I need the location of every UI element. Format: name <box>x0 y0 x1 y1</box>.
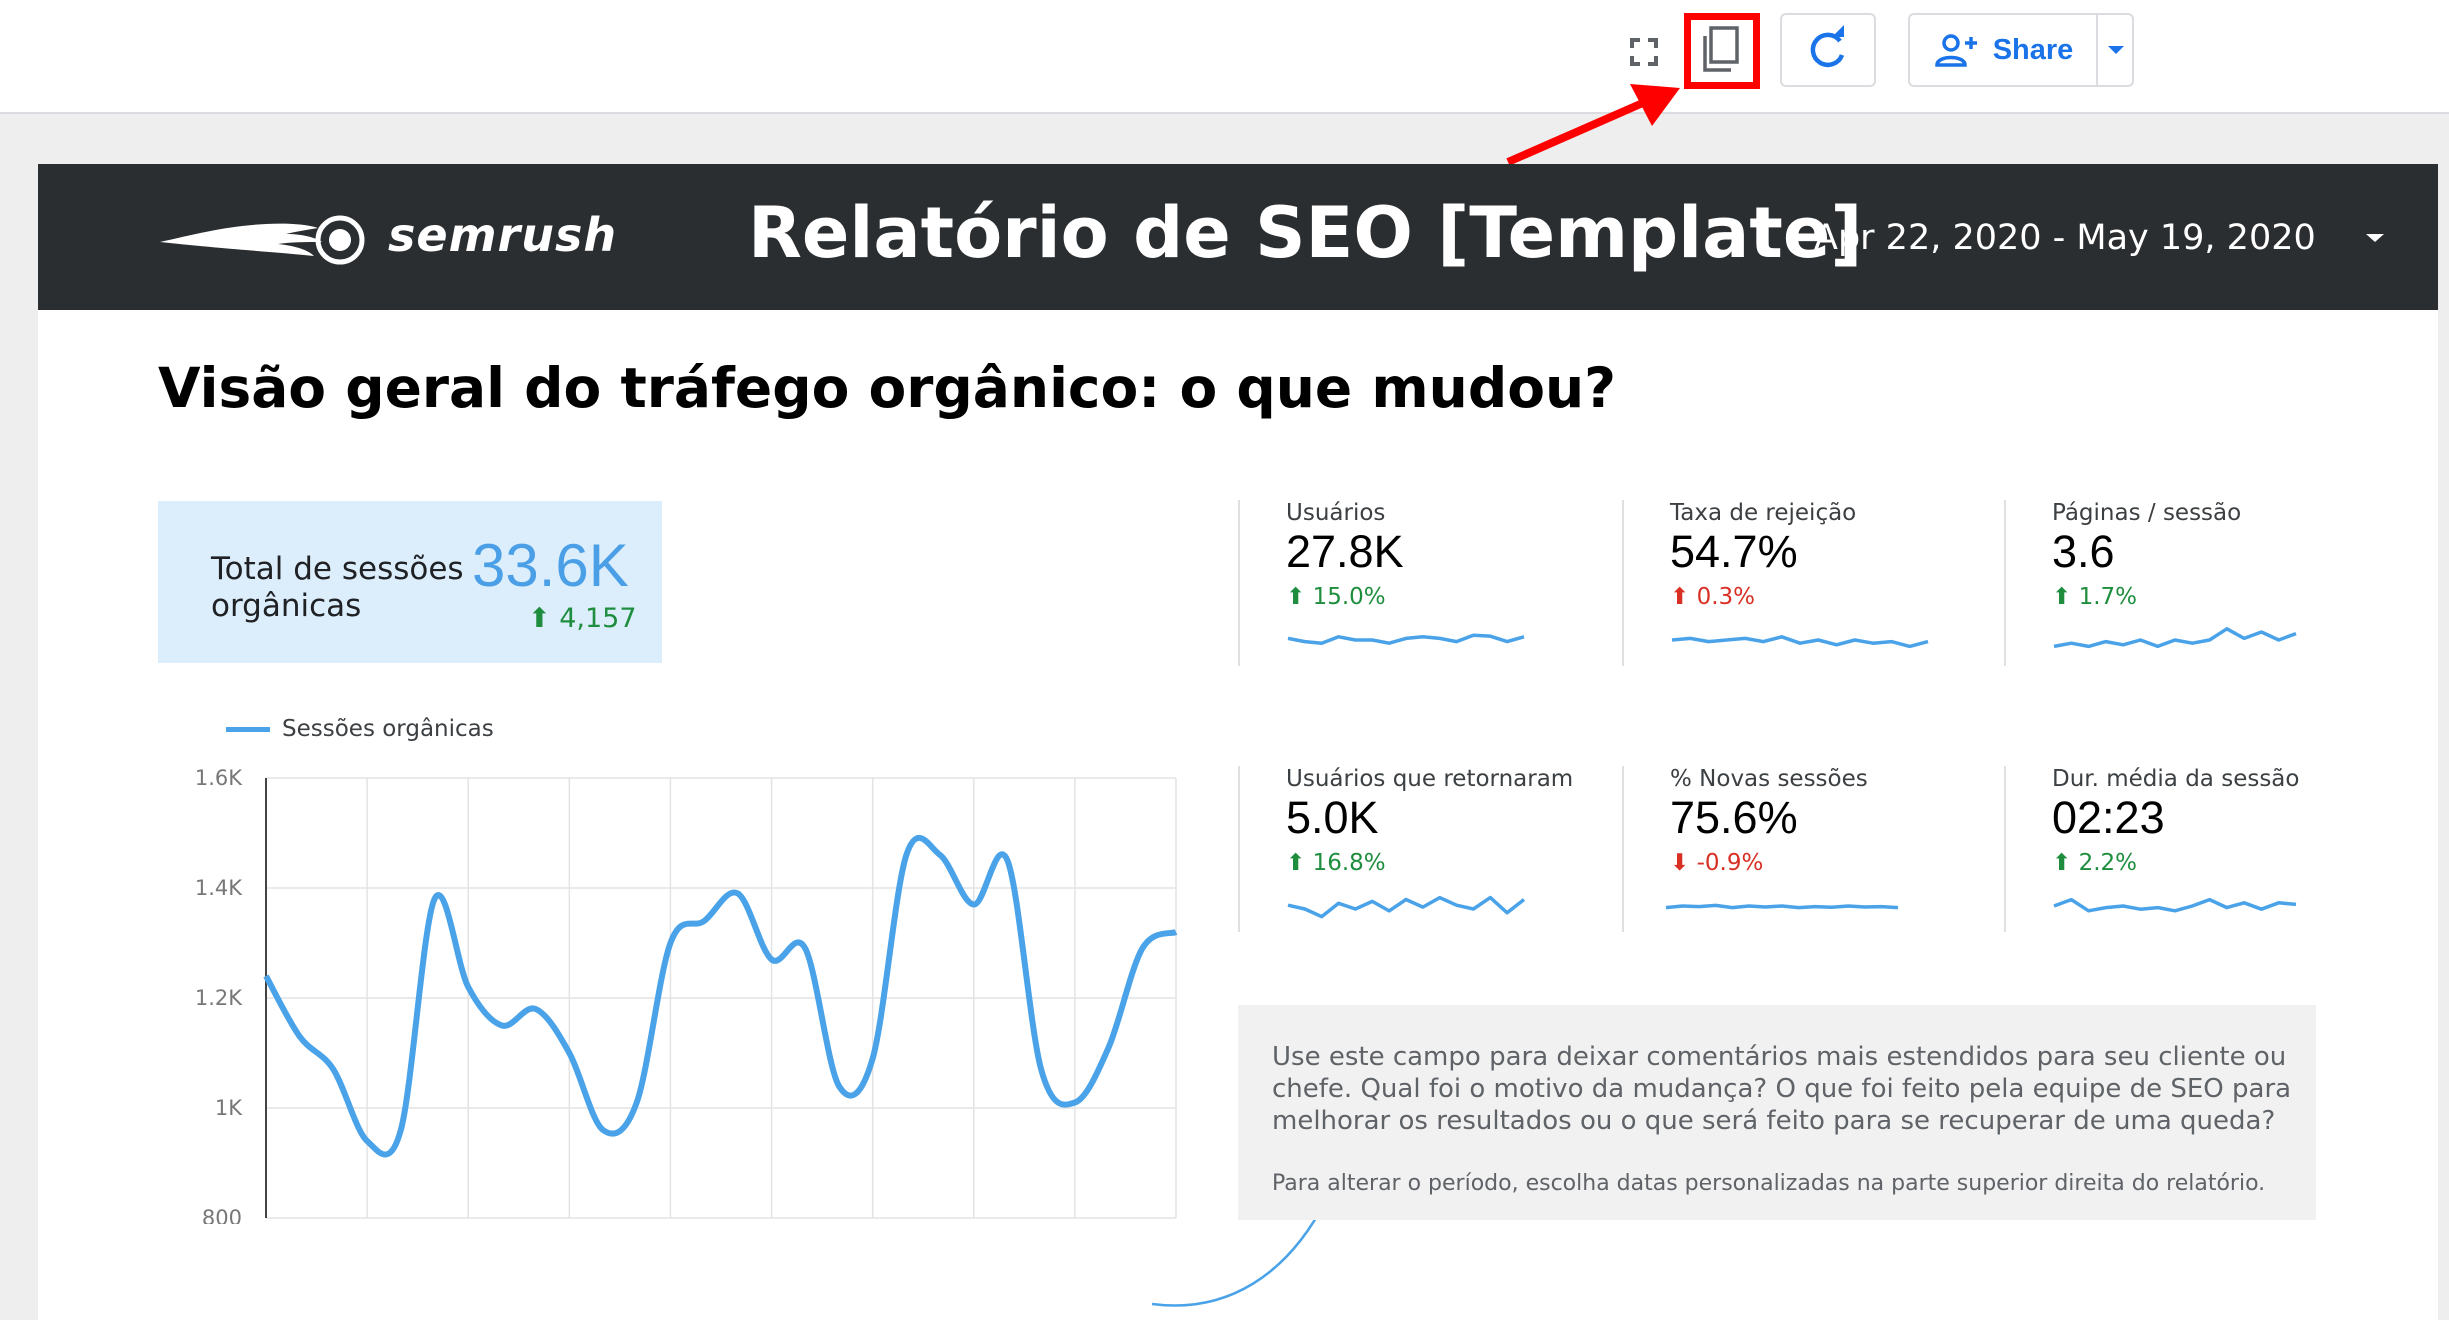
scorecard-delta: ⬆ 4,157 <box>528 603 637 634</box>
share-label: Share <box>1992 33 2074 66</box>
y-tick-label: 1.4K <box>195 876 243 900</box>
kpi-delta-value: 0.3% <box>1696 584 1756 610</box>
date-range-picker[interactable]: Apr 22, 2020 - May 19, 2020 <box>1814 218 2316 258</box>
kpi-value: 75.6% <box>1670 792 1798 843</box>
sparkline-path <box>2053 897 2297 913</box>
kpi-pages-per-session: Páginas / sessão 3.6 ⬆ 1.7% <box>2004 500 2344 670</box>
kpi-label: Dur. média da sessão <box>2052 766 2300 792</box>
chart-legend: Sessões orgânicas <box>226 716 494 742</box>
comment-main-text: Use este campo para deixar comentários m… <box>1272 1042 2292 1136</box>
brand-name: semrush <box>388 208 618 262</box>
arrow-up-icon: ⬆ <box>528 603 551 634</box>
kpi-value: 02:23 <box>2052 792 2165 843</box>
kpi-delta: ⬆ 15.0% <box>1286 584 1386 610</box>
caret-down-icon <box>2108 46 2124 54</box>
kpi-delta-value: 16.8% <box>1312 850 1386 876</box>
kpi-divider <box>1238 500 1240 666</box>
kpi-divider <box>1622 766 1624 932</box>
kpi-sparkline <box>1287 633 1525 645</box>
y-tick-label: 1.6K <box>195 766 243 790</box>
y-tick-label: 1.2K <box>195 986 243 1010</box>
scorecard-label-line1: Total de sessões <box>211 551 464 587</box>
person-add-icon <box>1934 34 1977 67</box>
y-tick-label: 1K <box>215 1096 243 1120</box>
top-toolbar: Share <box>0 0 2449 114</box>
sparkline-path <box>1287 895 1526 919</box>
arrow-up-icon: ⬆ <box>1670 584 1690 610</box>
kpi-users: Usuários 27.8K ⬆ 15.0% <box>1238 500 1578 670</box>
legend-label: Sessões orgânicas <box>282 716 494 742</box>
copy-icon <box>1703 26 1739 72</box>
kpi-value: 54.7% <box>1670 526 1798 577</box>
kpi-sparkline <box>2053 897 2297 913</box>
semrush-logo: semrush <box>156 208 616 268</box>
kpi-label: Páginas / sessão <box>2052 500 2242 526</box>
refresh-button[interactable] <box>1780 13 1876 87</box>
arrow-up-icon: ⬆ <box>1286 850 1306 876</box>
scorecard-label: Total de sessões orgânicas <box>211 551 464 625</box>
sparkline-path <box>2053 627 2297 649</box>
fullscreen-icon <box>1630 38 1658 66</box>
caret-down-icon[interactable] <box>2364 232 2386 244</box>
kpi-returning-users: Usuários que retornaram 5.0K ⬆ 16.8% <box>1238 766 1578 936</box>
section-title: Visão geral do tráfego orgânico: o que m… <box>158 356 1617 420</box>
kpi-sparkline <box>1665 903 1899 910</box>
report-title: Relatório de SEO [Template] <box>748 192 1863 274</box>
report-header: semrush Relatório de SEO [Template] Apr … <box>38 164 2438 310</box>
kpi-delta-value: 2.2% <box>2078 850 2138 876</box>
kpi-sparkline <box>2053 627 2297 649</box>
kpi-bounce-rate: Taxa de rejeição 54.7% ⬆ 0.3% <box>1622 500 1962 670</box>
kpi-sparkline <box>1287 895 1526 919</box>
refresh-icon <box>1810 25 1845 68</box>
fireball-icon <box>160 215 365 265</box>
comment-text-box: Use este campo para deixar comentários m… <box>1238 1005 2316 1220</box>
sparkline-path <box>1665 903 1899 910</box>
total-sessions-scorecard: Total de sessões orgânicas 33.6K ⬆ 4,157 <box>158 501 662 663</box>
share-button[interactable]: Share <box>1908 13 2134 87</box>
kpi-divider <box>2004 500 2006 666</box>
kpi-delta: ⬇ -0.9% <box>1670 850 1763 876</box>
arrow-down-icon: ⬇ <box>1670 850 1690 876</box>
share-main-action[interactable]: Share <box>1910 15 2096 85</box>
kpi-value: 27.8K <box>1286 526 1404 577</box>
kpi-value: 5.0K <box>1286 792 1379 843</box>
kpi-delta-value: 1.7% <box>2078 584 2138 610</box>
kpi-label: Taxa de rejeição <box>1670 500 1857 526</box>
kpi-delta-value: -0.9% <box>1696 850 1764 876</box>
kpi-label: Usuários <box>1286 500 1386 526</box>
kpi-delta-value: 15.0% <box>1312 584 1386 610</box>
sparkline-path <box>1287 633 1525 645</box>
kpi-label: % Novas sessões <box>1670 766 1868 792</box>
comment-hint-text: Para alterar o período, escolha datas pe… <box>1272 1171 2266 1196</box>
sessions-line-chart: Apr 22Apr 25Apr 28May 1May 4May 7May 10M… <box>195 766 1178 1224</box>
kpi-new-sessions: % Novas sessões 75.6% ⬇ -0.9% <box>1622 766 1962 936</box>
kpi-divider <box>1238 766 1240 932</box>
scorecard-label-line2: orgânicas <box>211 588 362 624</box>
kpi-divider <box>1622 500 1624 666</box>
kpi-value: 3.6 <box>2052 526 2115 577</box>
scorecard-value: 33.6K <box>472 532 629 599</box>
kpi-sparkline <box>1671 635 1929 649</box>
arrow-up-icon: ⬆ <box>1286 584 1306 610</box>
share-dropdown-button[interactable] <box>2098 15 2134 85</box>
scorecard-delta-value: 4,157 <box>559 603 637 634</box>
kpi-delta: ⬆ 2.2% <box>2052 850 2137 876</box>
fullscreen-button[interactable] <box>1622 30 1666 74</box>
kpi-delta: ⬆ 16.8% <box>1286 850 1386 876</box>
legend-swatch <box>226 726 270 732</box>
arrow-up-icon: ⬆ <box>2052 584 2072 610</box>
kpi-divider <box>2004 766 2006 932</box>
arrow-up-icon: ⬆ <box>2052 850 2072 876</box>
kpi-delta: ⬆ 0.3% <box>1670 584 1755 610</box>
kpi-avg-session-duration: Dur. média da sessão 02:23 ⬆ 2.2% <box>2004 766 2344 936</box>
report-canvas: semrush Relatório de SEO [Template] Apr … <box>38 164 2438 1320</box>
y-tick-label: 800 <box>202 1206 242 1224</box>
sparkline-path <box>1671 635 1929 649</box>
kpi-label: Usuários que retornaram <box>1286 766 1574 792</box>
series-line-sessoes-organicas <box>263 835 1178 1158</box>
kpi-delta: ⬆ 1.7% <box>2052 584 2137 610</box>
